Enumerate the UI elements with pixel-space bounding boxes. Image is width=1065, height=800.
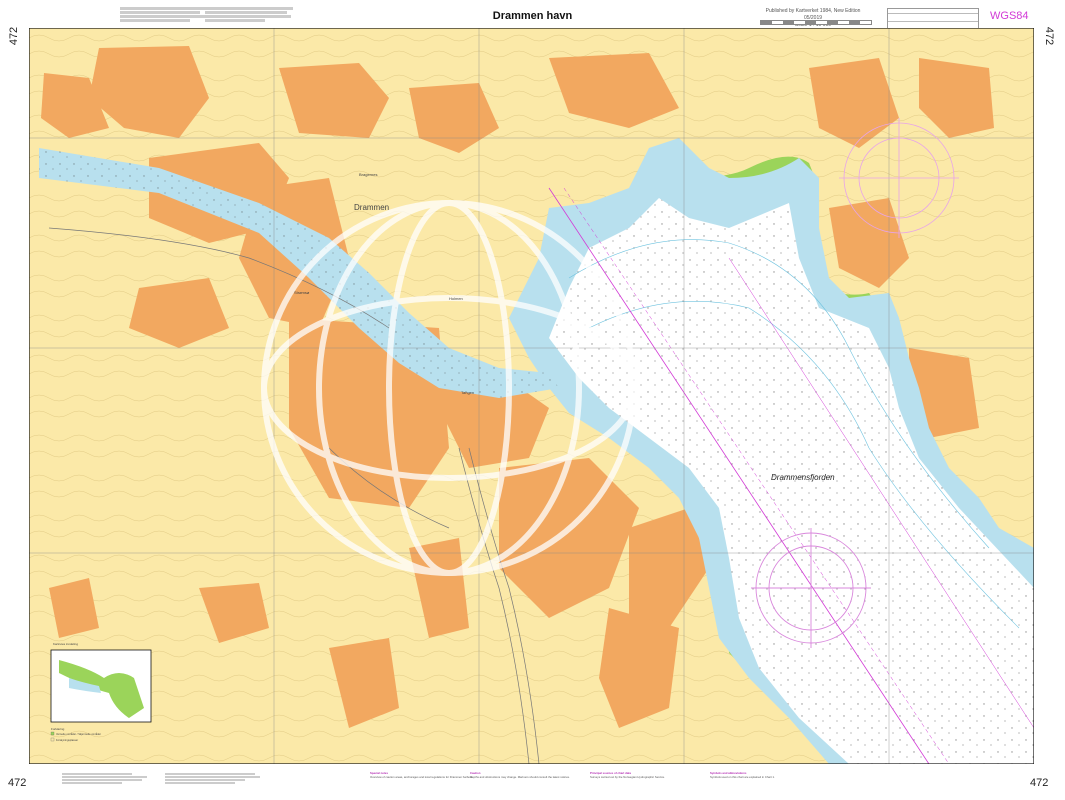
top-note-1	[120, 6, 210, 23]
legend-title: Forklaring	[51, 727, 65, 731]
bottom-note-4-body: Symbols used on this chart are explained…	[710, 774, 775, 779]
nautical-map: Drammensfjorden Drammen Bragernes Strøms…	[29, 28, 1034, 764]
chart-number-top-left: 472	[8, 26, 21, 46]
label-district-3: Tangen	[461, 390, 474, 395]
inset-map: Kartrutes inndeling	[50, 642, 152, 723]
bottom-note-3: Principal sources of chart data Surveys …	[590, 771, 700, 779]
label-fjord: Drammensfjorden	[771, 473, 835, 482]
bottom-note-4: Symbols and abbreviations Symbols used o…	[710, 771, 820, 779]
bottom-note-2-body: Depths and obstructions may change. Mari…	[470, 774, 570, 779]
legend-item-1: Vernede områder / Skjermede områder	[56, 732, 101, 736]
chart-number-top-right: 472	[1043, 26, 1056, 46]
top-note-2	[205, 6, 295, 23]
chart-number-bottom-left: 472	[8, 777, 27, 789]
bottom-note-3-body: Surveys carried out by the Norwegian Hyd…	[590, 774, 665, 779]
bottom-note-2: Caution Depths and obstructions may chan…	[470, 771, 580, 779]
inset-label: Kartrutes inndeling	[53, 642, 78, 646]
publisher-info: Published by Kartverket 1984, New Editio…	[758, 8, 868, 29]
chart-number-bottom-right: 472	[1030, 777, 1049, 789]
label-district-2: Strømsø	[294, 290, 310, 295]
bottom-source-block	[165, 772, 265, 785]
legend-item-2: Fortøyningsplasser	[56, 738, 78, 742]
label-island: Holmen	[449, 296, 463, 301]
bottom-publisher-block	[62, 772, 152, 785]
bottom-note-1-body: Overview of caution areas, anchorages an…	[370, 774, 474, 779]
label-city: Drammen	[354, 203, 389, 212]
label-district-1: Bragernes	[359, 172, 377, 177]
bottom-note-1: Special notes Overview of caution areas,…	[370, 771, 480, 779]
scale-bar	[760, 20, 872, 25]
datum-label: WGS84	[990, 10, 1029, 22]
